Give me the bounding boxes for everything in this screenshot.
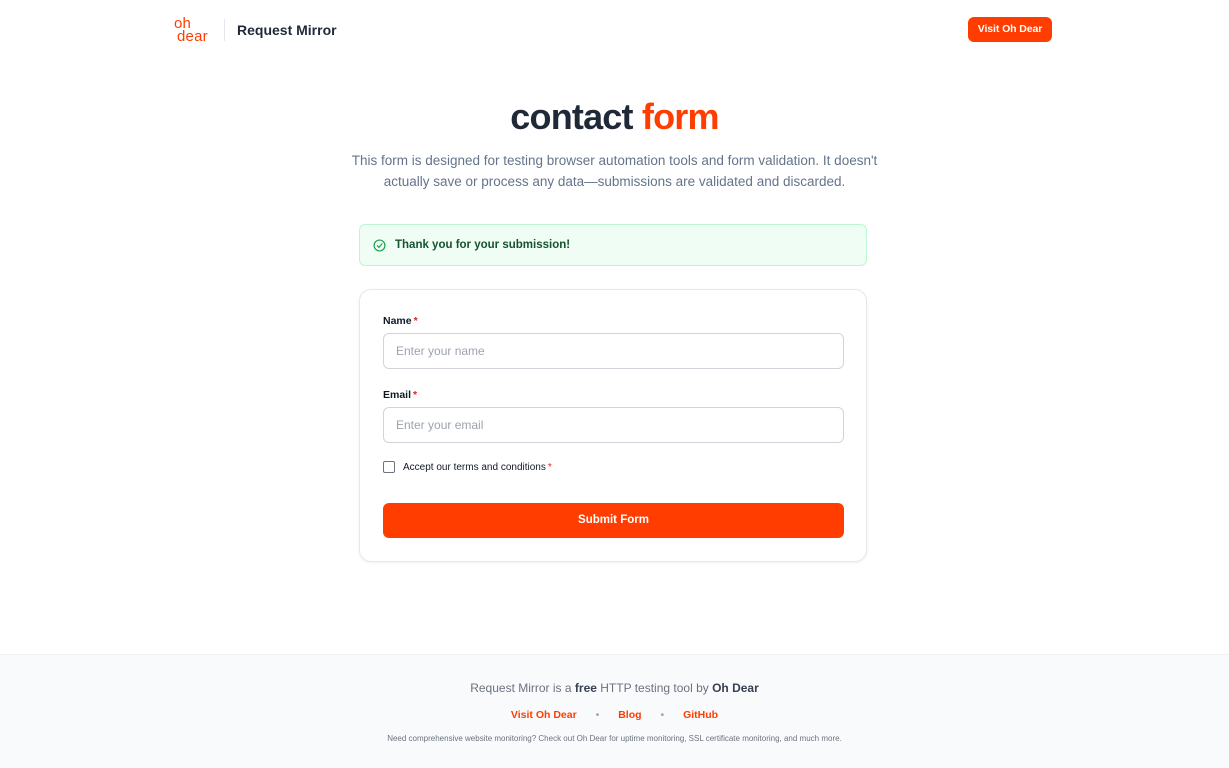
name-label-text: Name — [383, 315, 412, 327]
name-required-marker: * — [413, 315, 418, 327]
logo-line-2: dear — [177, 28, 208, 45]
email-label: Email * — [383, 389, 417, 401]
submit-button[interactable]: Submit Form — [383, 503, 844, 538]
visit-oh-dear-button[interactable]: Visit Oh Dear — [968, 17, 1052, 42]
page-title-main: contact — [510, 96, 633, 137]
footer-separator: • — [660, 709, 665, 721]
terms-label-text: Accept our terms and conditions — [403, 462, 546, 473]
email-label-text: Email — [383, 389, 412, 401]
footer-links: Visit Oh Dear • Blog • GitHub — [0, 709, 1229, 721]
footer-tagline: Request Mirror is a free HTTP testing to… — [0, 681, 1229, 695]
check-circle-icon — [373, 239, 386, 252]
footer-note: Need comprehensive website monitoring? C… — [387, 734, 842, 743]
footer-link-github[interactable]: GitHub — [683, 709, 718, 721]
oh-dear-logo[interactable]: oh dear — [174, 16, 208, 45]
terms-required-marker: * — [547, 462, 552, 473]
name-input[interactable] — [383, 333, 844, 369]
footer-tagline-free: free — [574, 681, 597, 695]
contact-form: Name* Email* Accept our terms and condit… — [359, 289, 867, 562]
email-required-marker: * — [413, 389, 418, 401]
success-alert: Thank you for your submission! — [359, 224, 867, 266]
terms-label[interactable]: Accept our terms and conditions * — [403, 462, 552, 473]
footer-tagline-prefix: Request Mirror is a — [470, 681, 575, 695]
terms-checkbox[interactable] — [383, 461, 395, 473]
page-title-accent: form — [641, 96, 720, 137]
email-input[interactable] — [383, 407, 844, 443]
name-label: Name * — [383, 315, 418, 327]
app-name[interactable]: Request Mirror — [237, 22, 337, 38]
page-subtitle: This form is designed for testing browse… — [351, 153, 878, 189]
header-divider — [224, 19, 225, 41]
success-message: Thank you for your submission! — [395, 239, 571, 251]
site-header: oh dear Request Mirror Visit Oh Dear — [0, 0, 1229, 60]
footer-tagline-brand: Oh Dear — [712, 681, 759, 695]
footer-tagline-middle: HTTP testing tool by — [596, 681, 713, 695]
footer-link-blog[interactable]: Blog — [618, 709, 641, 721]
site-footer: Request Mirror is a free HTTP testing to… — [0, 654, 1229, 768]
page-title: contact form — [0, 96, 1229, 138]
footer-link-visit-oh-dear[interactable]: Visit Oh Dear — [511, 709, 577, 721]
footer-separator: • — [595, 709, 600, 721]
